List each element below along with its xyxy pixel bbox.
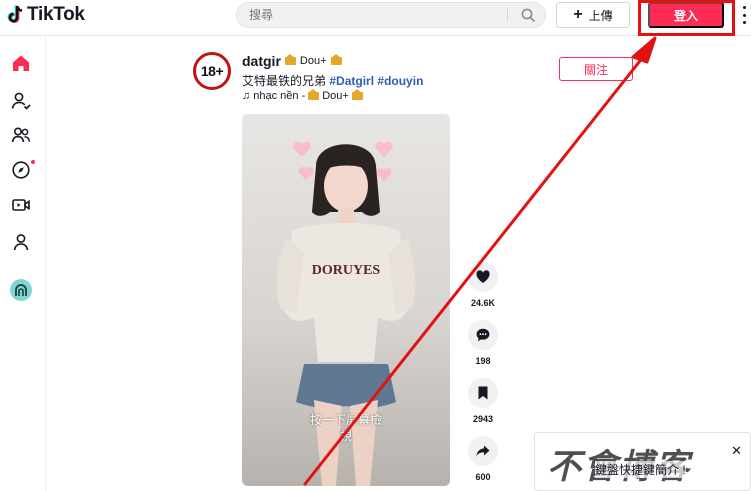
crown-icon bbox=[330, 54, 342, 65]
save-action[interactable]: 2943 bbox=[466, 378, 500, 424]
home-icon bbox=[13, 55, 29, 71]
share-count: 600 bbox=[475, 472, 491, 482]
live-channel-icon bbox=[15, 284, 27, 296]
search-button[interactable] bbox=[513, 4, 543, 26]
svg-text:DORUYES: DORUYES bbox=[312, 263, 381, 278]
share-button[interactable] bbox=[468, 436, 498, 466]
search-divider bbox=[507, 8, 508, 22]
search-input[interactable] bbox=[249, 3, 499, 27]
close-icon[interactable]: ✕ bbox=[731, 443, 742, 459]
crown-icon bbox=[284, 54, 296, 65]
author-avatar[interactable]: 18+ bbox=[193, 52, 231, 90]
tiktok-note-icon bbox=[6, 5, 24, 25]
search-bar[interactable] bbox=[236, 2, 546, 28]
like-action[interactable]: 24.6K bbox=[466, 262, 500, 308]
crown-icon bbox=[351, 89, 363, 100]
sidebar-item-explore[interactable] bbox=[9, 158, 35, 182]
crown-icon bbox=[308, 89, 320, 100]
profile-icon bbox=[13, 234, 29, 251]
logo-text: TikTok bbox=[27, 4, 85, 25]
notification-dot bbox=[31, 160, 35, 164]
sidebar bbox=[0, 37, 46, 491]
music-label: nhạc nền - bbox=[253, 90, 306, 102]
share-arrow-icon bbox=[476, 445, 490, 456]
shortcuts-intro-text[interactable]: 鍵盤快捷鍵簡介 ! bbox=[595, 461, 686, 478]
comment-button[interactable] bbox=[468, 320, 498, 350]
hashtag-link[interactable]: #douyin bbox=[377, 74, 423, 88]
sidebar-item-profile[interactable] bbox=[9, 230, 33, 254]
sidebar-item-following[interactable] bbox=[9, 89, 33, 113]
comment-action[interactable]: 198 bbox=[466, 320, 500, 366]
follow-button[interactable]: 關注 bbox=[559, 57, 633, 81]
save-button[interactable] bbox=[468, 378, 498, 408]
compass-icon bbox=[12, 161, 30, 179]
comment-icon bbox=[476, 328, 490, 342]
save-count: 2943 bbox=[472, 414, 494, 424]
author-tag: Dou+ bbox=[299, 55, 327, 67]
post-caption: 艾特最铁的兄弟 #Datgirl #douyin bbox=[242, 72, 423, 89]
hashtag-link[interactable]: #Datgirl bbox=[329, 74, 374, 88]
keyboard-shortcuts-toast: 不會博客 鍵盤快捷鍵簡介 ! ✕ bbox=[534, 432, 751, 491]
friends-icon bbox=[11, 127, 31, 143]
video-tap-hint: 按一下屏幕檢 視 bbox=[309, 413, 382, 443]
author-line: datgir Dou+ bbox=[242, 53, 342, 69]
music-tag: Dou+ bbox=[322, 90, 349, 102]
bookmark-icon bbox=[478, 386, 488, 400]
live-video-icon bbox=[12, 199, 30, 211]
like-button[interactable] bbox=[468, 262, 498, 292]
search-icon bbox=[521, 8, 535, 22]
heart-icon bbox=[476, 270, 490, 283]
comment-count: 198 bbox=[475, 356, 491, 366]
more-options-icon[interactable] bbox=[740, 6, 748, 24]
music-note-icon: ♫ bbox=[242, 90, 251, 102]
sidebar-item-friends[interactable] bbox=[9, 123, 33, 147]
top-navigation-bar: TikTok + 上傳 登入 bbox=[0, 0, 751, 36]
sidebar-item-live-channel[interactable] bbox=[10, 279, 32, 301]
music-line[interactable]: ♫ nhạc nền - Dou+ bbox=[242, 89, 363, 102]
tiktok-logo[interactable]: TikTok bbox=[6, 3, 85, 27]
plus-icon: + bbox=[573, 6, 583, 23]
like-count: 24.6K bbox=[470, 298, 496, 308]
upload-button[interactable]: + 上傳 bbox=[556, 2, 630, 28]
sidebar-item-home[interactable] bbox=[9, 51, 33, 75]
user-follow-icon bbox=[11, 92, 31, 110]
video-player[interactable]: DORUYES 按一下屏幕檢 視 bbox=[242, 114, 450, 486]
author-name[interactable]: datgir bbox=[242, 53, 281, 69]
caption-text: 艾特最铁的兄弟 bbox=[242, 74, 327, 88]
sidebar-item-live[interactable] bbox=[9, 193, 33, 217]
upload-label: 上傳 bbox=[588, 8, 613, 23]
age-rating-badge: 18+ bbox=[200, 63, 224, 79]
share-action[interactable]: 600 bbox=[466, 436, 500, 482]
login-highlight-box bbox=[638, 0, 735, 36]
